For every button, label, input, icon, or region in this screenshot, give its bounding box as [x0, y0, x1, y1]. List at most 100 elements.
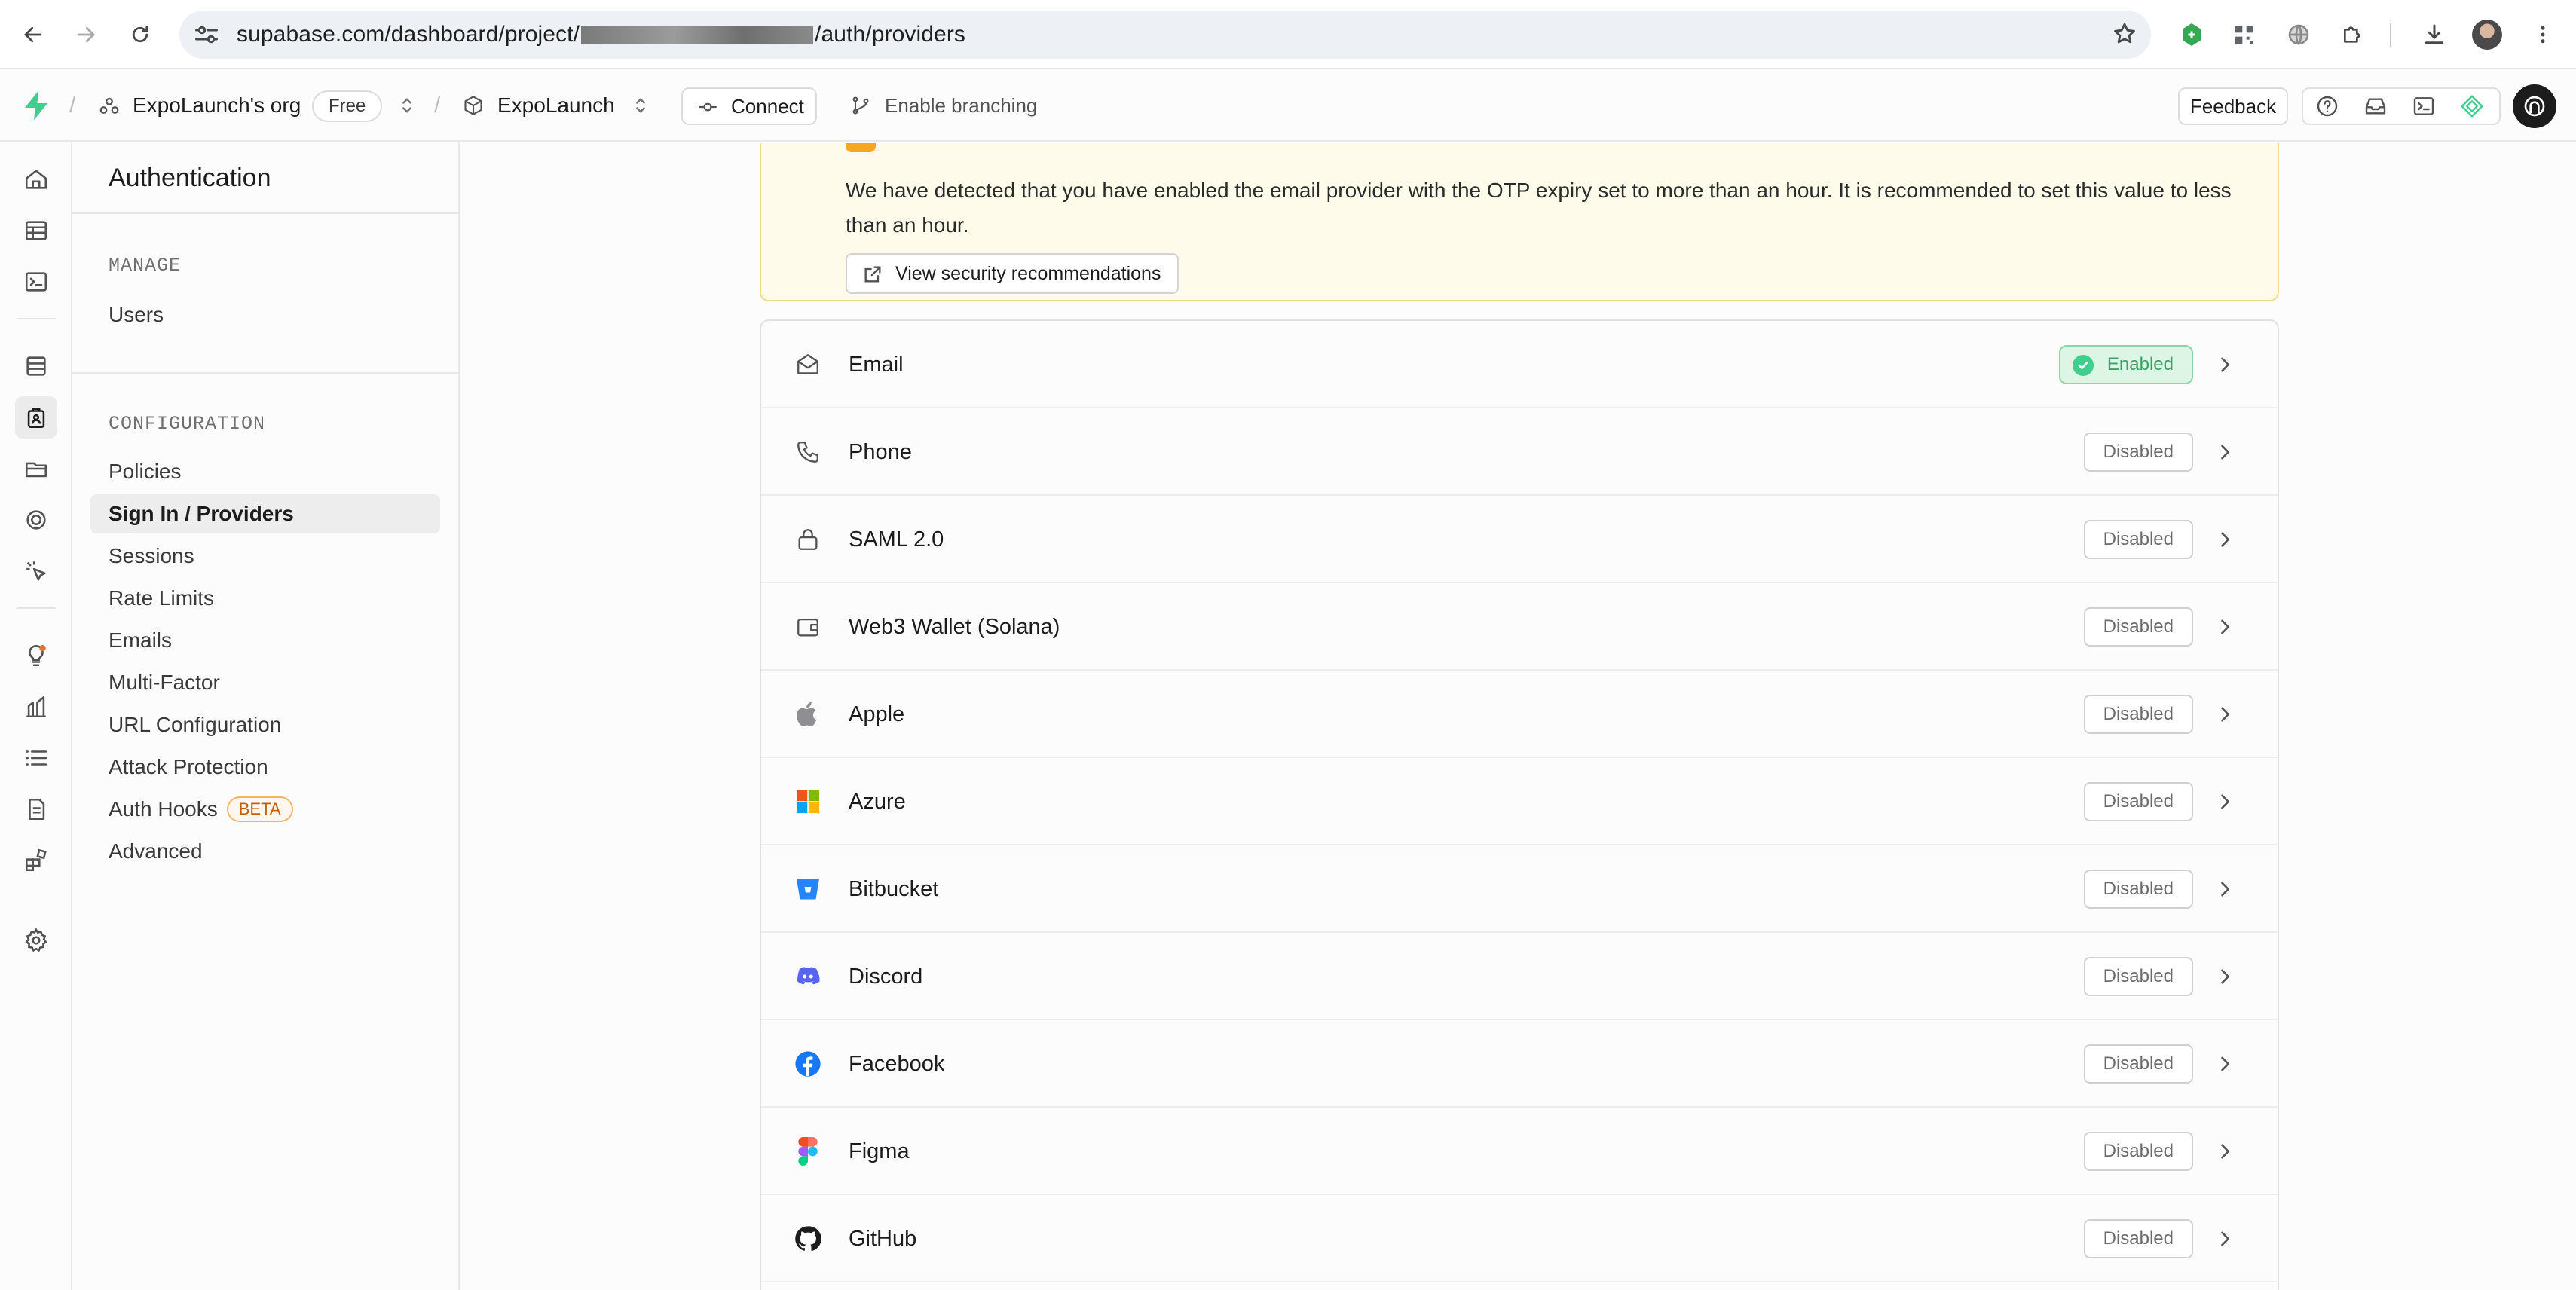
forward-button[interactable] [66, 15, 106, 54]
reports-icon[interactable] [15, 686, 57, 728]
account-avatar[interactable] [2513, 84, 2556, 128]
auth-menu: Authentication MANAGE Users CONFIGURATIO… [72, 142, 460, 1290]
warning-icon [846, 143, 876, 152]
bookmark-star-icon[interactable] [2112, 21, 2137, 47]
help-icon[interactable] [2303, 89, 2351, 124]
menu-item-users[interactable]: Users [90, 295, 440, 335]
provider-row-web3-wallet[interactable]: Web3 Wallet (Solana) Disabled [761, 583, 2278, 671]
plan-badge: Free [312, 90, 383, 122]
plug-icon [699, 102, 717, 112]
provider-name: Discord [849, 964, 923, 989]
status-badge: Enabled [2058, 345, 2193, 384]
logs-icon[interactable] [15, 737, 57, 779]
beta-badge: BETA [226, 796, 293, 822]
storage-icon[interactable] [15, 448, 57, 490]
database-icon[interactable] [15, 345, 57, 387]
api-docs-icon[interactable] [15, 788, 57, 830]
phone-icon [793, 437, 823, 467]
providers-list: Email Enabled Phone Disabled SAML 2.0 Di… [760, 319, 2279, 1290]
url-text: supabase.com/dashboard/project//auth/pro… [237, 22, 966, 47]
provider-name: Figma [849, 1139, 910, 1163]
menu-item-advanced[interactable]: Advanced [90, 832, 440, 871]
reload-button[interactable] [121, 15, 160, 54]
feedback-button[interactable]: Feedback [2178, 87, 2288, 125]
menu-item-sessions[interactable]: Sessions [90, 536, 440, 576]
table-editor-icon[interactable] [15, 209, 57, 252]
status-badge: Disabled [2083, 870, 2193, 909]
provider-name: Web3 Wallet (Solana) [849, 615, 1060, 639]
authentication-icon[interactable] [15, 396, 57, 439]
download-icon[interactable] [2416, 17, 2452, 53]
realtime-icon[interactable] [15, 499, 57, 541]
advisors-icon[interactable] [15, 634, 57, 677]
provider-name: Apple [849, 702, 905, 726]
status-badge: Disabled [2083, 1044, 2193, 1084]
enable-branching-button[interactable]: Enable branching [885, 69, 1037, 142]
rail-divider [17, 318, 56, 319]
provider-row-facebook[interactable]: Facebook Disabled [761, 1020, 2278, 1108]
integrations-icon[interactable] [15, 839, 57, 882]
chevron-right-icon [2221, 619, 2230, 634]
globe-extension-icon[interactable] [2281, 17, 2317, 53]
sql-editor-icon[interactable] [15, 261, 57, 303]
extension-green-icon[interactable] [2174, 17, 2210, 53]
address-bar[interactable]: supabase.com/dashboard/project//auth/pro… [179, 11, 2151, 59]
arrow-left-icon [24, 26, 42, 43]
project-name[interactable]: ExpoLaunch [497, 69, 615, 142]
provider-row-discord[interactable]: Discord Disabled [761, 933, 2278, 1020]
settings-gear-icon[interactable] [15, 919, 57, 961]
provider-row-figma[interactable]: Figma Disabled [761, 1108, 2278, 1195]
site-settings-icon[interactable] [193, 21, 220, 48]
project-switcher-chevrons-icon[interactable] [630, 93, 651, 121]
provider-row-github[interactable]: GitHub Disabled [761, 1195, 2278, 1282]
provider-row-apple[interactable]: Apple Disabled [761, 671, 2278, 758]
ai-assistant-icon[interactable] [2448, 89, 2496, 124]
qr-code-icon[interactable] [2226, 17, 2262, 53]
mail-icon [793, 350, 823, 380]
arrow-right-icon [77, 26, 95, 43]
status-badge: Disabled [2083, 433, 2193, 472]
browser-profile-avatar[interactable] [2472, 20, 2502, 50]
status-badge: Disabled [2083, 1132, 2193, 1171]
edge-functions-icon[interactable] [15, 550, 57, 592]
toolbar-divider [2390, 23, 2391, 47]
chevron-right-icon [2221, 969, 2230, 984]
menu-item-sign-in-providers[interactable]: Sign In / Providers [90, 494, 440, 533]
git-branch-icon [850, 95, 871, 120]
chevron-right-icon [2221, 794, 2230, 809]
supabase-logo-icon[interactable] [23, 89, 50, 126]
figma-icon [793, 1136, 823, 1166]
org-switcher-chevrons-icon[interactable] [396, 93, 418, 121]
chevron-right-icon [2221, 1144, 2230, 1159]
home-icon[interactable] [15, 158, 57, 200]
back-button[interactable] [14, 15, 53, 54]
menu-item-url-configuration[interactable]: URL Configuration [90, 705, 440, 744]
kebab-menu-icon[interactable] [2525, 17, 2561, 53]
provider-row-email[interactable]: Email Enabled [761, 321, 2278, 408]
status-badge: Disabled [2083, 1219, 2193, 1258]
provider-row-azure[interactable]: Azure Disabled [761, 758, 2278, 845]
menu-item-multi-factor[interactable]: Multi-Factor [90, 663, 440, 702]
nav-rail [0, 142, 72, 1290]
provider-row-saml[interactable]: SAML 2.0 Disabled [761, 496, 2278, 583]
provider-row-bitbucket[interactable]: Bitbucket Disabled [761, 845, 2278, 933]
menu-item-policies[interactable]: Policies [90, 452, 440, 491]
chevron-right-icon [2221, 445, 2230, 460]
browser-chrome: supabase.com/dashboard/project//auth/pro… [0, 0, 2576, 69]
provider-name: Azure [849, 790, 906, 814]
org-name[interactable]: ExpoLaunch's org [133, 69, 301, 142]
menu-item-auth-hooks[interactable]: Auth Hooks BETA [90, 790, 440, 829]
azure-icon [793, 787, 823, 817]
connect-button[interactable]: Connect [681, 87, 817, 125]
menu-item-attack-protection[interactable]: Attack Protection [90, 747, 440, 787]
view-security-recommendations-button[interactable]: View security recommendations [846, 253, 1179, 294]
chevron-right-icon [2221, 357, 2230, 372]
menu-divider [72, 212, 458, 214]
provider-row-phone[interactable]: Phone Disabled [761, 408, 2278, 496]
extensions-puzzle-icon[interactable] [2335, 17, 2371, 53]
terminal-icon[interactable] [2400, 89, 2448, 124]
redacted-project-id [581, 26, 814, 44]
menu-item-rate-limits[interactable]: Rate Limits [90, 579, 440, 618]
menu-item-emails[interactable]: Emails [90, 621, 440, 660]
inbox-icon[interactable] [2351, 89, 2400, 124]
